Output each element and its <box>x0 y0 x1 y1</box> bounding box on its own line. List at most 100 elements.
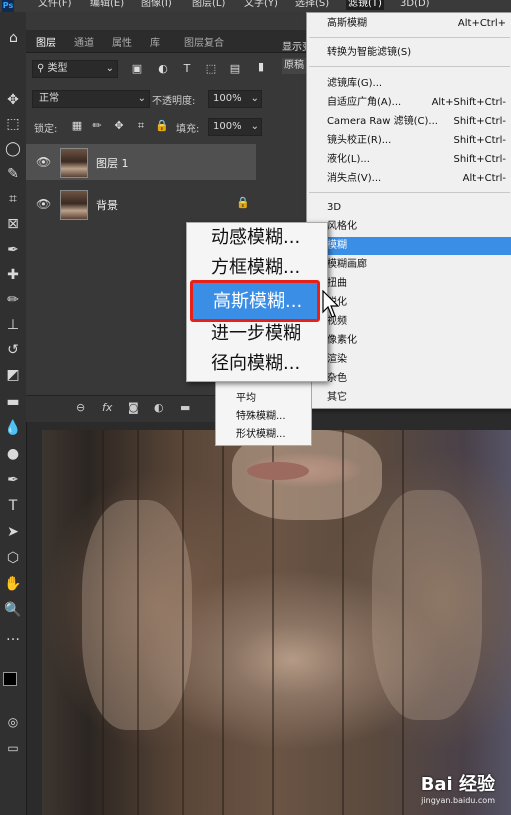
lock-position-icon[interactable]: ✥ <box>112 119 126 132</box>
hand-tool-icon[interactable]: ✋ <box>3 574 23 594</box>
tab-channels[interactable]: 通道 <box>74 34 94 49</box>
filter-toggle-icon[interactable]: ▮ <box>254 60 268 73</box>
menu-item-other[interactable]: 其它 <box>327 389 508 407</box>
lock-transparency-icon[interactable]: ▦ <box>70 119 84 132</box>
blend-mode-select[interactable]: 正常 ⌄ <box>32 90 150 108</box>
menu-item-gaussian-blur[interactable]: 高斯模糊... <box>190 280 320 322</box>
eyedropper-tool-icon[interactable]: ✒ <box>3 240 23 260</box>
crop-tool-icon[interactable]: ⌗ <box>3 189 23 209</box>
pen-tool-icon[interactable]: ✒ <box>3 470 23 490</box>
menu-item-video[interactable]: 视频 <box>327 313 508 331</box>
link-layers-icon[interactable]: ⊖ <box>76 401 85 414</box>
tab-layers[interactable]: 图层 <box>36 34 56 49</box>
menu-item-3d[interactable]: 3D <box>327 199 508 217</box>
menu-item-distort[interactable]: 扭曲 <box>327 275 508 293</box>
fill-field[interactable]: 100% ⌄ <box>208 118 262 136</box>
layer-kind-filter[interactable]: ⚲ 类型 ⌄ <box>32 60 118 78</box>
menu-item-sharpen[interactable]: 锐化 <box>327 294 508 312</box>
shape-tool-icon[interactable]: ⬡ <box>3 548 23 568</box>
frame-tool-icon[interactable]: ⊠ <box>3 214 23 234</box>
menu-item-blur-gallery[interactable]: 模糊画廊 <box>327 256 508 274</box>
quick-mask-icon[interactable]: ◎ <box>3 712 23 732</box>
lock-pixels-icon[interactable]: ✏ <box>90 119 104 132</box>
layer-row[interactable]: 👁 背景 🔒 <box>26 186 256 222</box>
menu-item-blur[interactable]: 模糊 <box>307 237 511 255</box>
fill-value: 100% <box>213 121 242 132</box>
photoshop-logo: Ps <box>2 0 14 12</box>
menu-item-noise[interactable]: 杂色 <box>327 370 508 388</box>
baidu-watermark: Bai 经验 jingyan.baidu.com <box>421 770 495 805</box>
group-folder-icon[interactable]: ▬ <box>180 401 190 414</box>
menu-item-smart-blur[interactable]: 特殊模糊... <box>236 407 286 422</box>
type-tool-icon[interactable]: T <box>3 496 23 516</box>
menu-item-motion-blur[interactable]: 动感模糊... <box>211 223 300 253</box>
lock-artboard-icon[interactable]: ⌗ <box>134 119 148 133</box>
pixel-filter-icon[interactable]: ▣ <box>130 62 144 75</box>
layer-row[interactable]: 👁 图层 1 <box>26 144 256 180</box>
opacity-field[interactable]: 100% ⌄ <box>208 90 262 108</box>
lock-all-icon[interactable]: 🔒 <box>155 119 169 132</box>
menu-item-lens-correction[interactable]: 镜头校正(R)... Shift+Ctrl- <box>327 132 508 150</box>
menu-layer[interactable]: 图层(L) <box>192 0 225 10</box>
lasso-tool-icon[interactable]: ◯ <box>3 139 23 159</box>
menu-item-box-blur[interactable]: 方框模糊... <box>211 253 300 283</box>
menu-item-average[interactable]: 平均 <box>236 389 256 404</box>
home-icon[interactable]: ⌂ <box>9 30 18 46</box>
move-tool-icon[interactable]: ✥ <box>3 90 23 110</box>
menu-separator <box>309 37 510 38</box>
smart-object-filter-icon[interactable]: ▤ <box>228 62 242 75</box>
brush-tool-icon[interactable]: ✏ <box>3 290 23 310</box>
type-filter-icon[interactable]: T <box>180 62 194 75</box>
add-mask-icon[interactable]: ◙ <box>128 401 139 414</box>
zoom-tool-icon[interactable]: 🔍 <box>3 600 23 620</box>
menu-3d[interactable]: 3D(D) <box>400 0 430 10</box>
adjustment-layer-icon[interactable]: ◐ <box>154 401 164 414</box>
menu-separator <box>309 66 510 67</box>
adjustment-filter-icon[interactable]: ◐ <box>156 62 170 75</box>
menu-item-last-filter[interactable]: 高斯模糊 Alt+Ctrl+ <box>327 15 508 33</box>
fill-label: 填充: <box>176 124 200 135</box>
hair-strand <box>222 430 224 815</box>
path-select-tool-icon[interactable]: ➤ <box>3 522 23 542</box>
visibility-eye-icon[interactable]: 👁 <box>36 197 51 211</box>
fx-icon[interactable]: fx <box>102 401 112 414</box>
menu-select[interactable]: 选择(S) <box>295 0 329 10</box>
chevron-down-icon: ⌄ <box>250 93 259 104</box>
menu-type[interactable]: 文字(Y) <box>244 0 278 10</box>
menu-item-adaptive-wide-angle[interactable]: 自适应广角(A)... Alt+Shift+Ctrl- <box>327 94 508 112</box>
foreground-color-swatch[interactable] <box>3 672 17 686</box>
tab-layer-comps[interactable]: 图层复合 <box>184 34 224 49</box>
history-brush-tool-icon[interactable]: ↺ <box>3 340 23 360</box>
tab-libraries[interactable]: 库 <box>150 34 160 49</box>
menu-file[interactable]: 文件(F) <box>38 0 72 10</box>
menu-item-stylize[interactable]: 风格化 <box>327 218 508 236</box>
watermark-url: jingyan.baidu.com <box>421 796 495 805</box>
marquee-tool-icon[interactable]: ⬚ <box>3 114 23 134</box>
menu-item-filter-gallery[interactable]: 滤镜库(G)... <box>327 75 508 93</box>
eraser-tool-icon[interactable]: ◩ <box>3 365 23 385</box>
menu-item-render[interactable]: 渲染 <box>327 351 508 369</box>
menu-item-camera-raw[interactable]: Camera Raw 滤镜(C)... Shift+Ctrl- <box>327 113 508 131</box>
menu-item-vanishing-point[interactable]: 消失点(V)... Alt+Ctrl- <box>327 170 508 188</box>
blur-tool-icon[interactable]: 💧 <box>3 418 23 438</box>
menu-edit[interactable]: 编辑(E) <box>90 0 124 10</box>
menu-item-radial-blur[interactable]: 径向模糊... <box>211 349 300 379</box>
screen-mode-icon[interactable]: ▭ <box>3 738 23 758</box>
menu-item-blur-more[interactable]: 进一步模糊 <box>211 319 301 349</box>
layer-name: 背景 <box>96 199 118 212</box>
more-tools-icon[interactable]: … <box>3 626 23 646</box>
menu-filter[interactable]: 滤镜(T) <box>346 0 384 10</box>
menu-image[interactable]: 图像(I) <box>141 0 172 10</box>
gradient-tool-icon[interactable]: ▬ <box>3 392 23 412</box>
shape-filter-icon[interactable]: ⬚ <box>204 62 218 75</box>
menu-item-convert-smart-filter[interactable]: 转换为智能滤镜(S) <box>327 44 508 62</box>
menu-item-liquify[interactable]: 液化(L)... Shift+Ctrl- <box>327 151 508 169</box>
tab-properties[interactable]: 属性 <box>112 34 132 49</box>
visibility-eye-icon[interactable]: 👁 <box>36 155 51 169</box>
healing-brush-tool-icon[interactable]: ✚ <box>3 265 23 285</box>
stamp-tool-icon[interactable]: ⊥ <box>3 315 23 335</box>
menu-item-pixelate[interactable]: 像素化 <box>327 332 508 350</box>
dodge-tool-icon[interactable]: ● <box>3 444 23 464</box>
menu-item-shape-blur[interactable]: 形状模糊... <box>236 425 286 440</box>
quick-select-tool-icon[interactable]: ✎ <box>3 164 23 184</box>
